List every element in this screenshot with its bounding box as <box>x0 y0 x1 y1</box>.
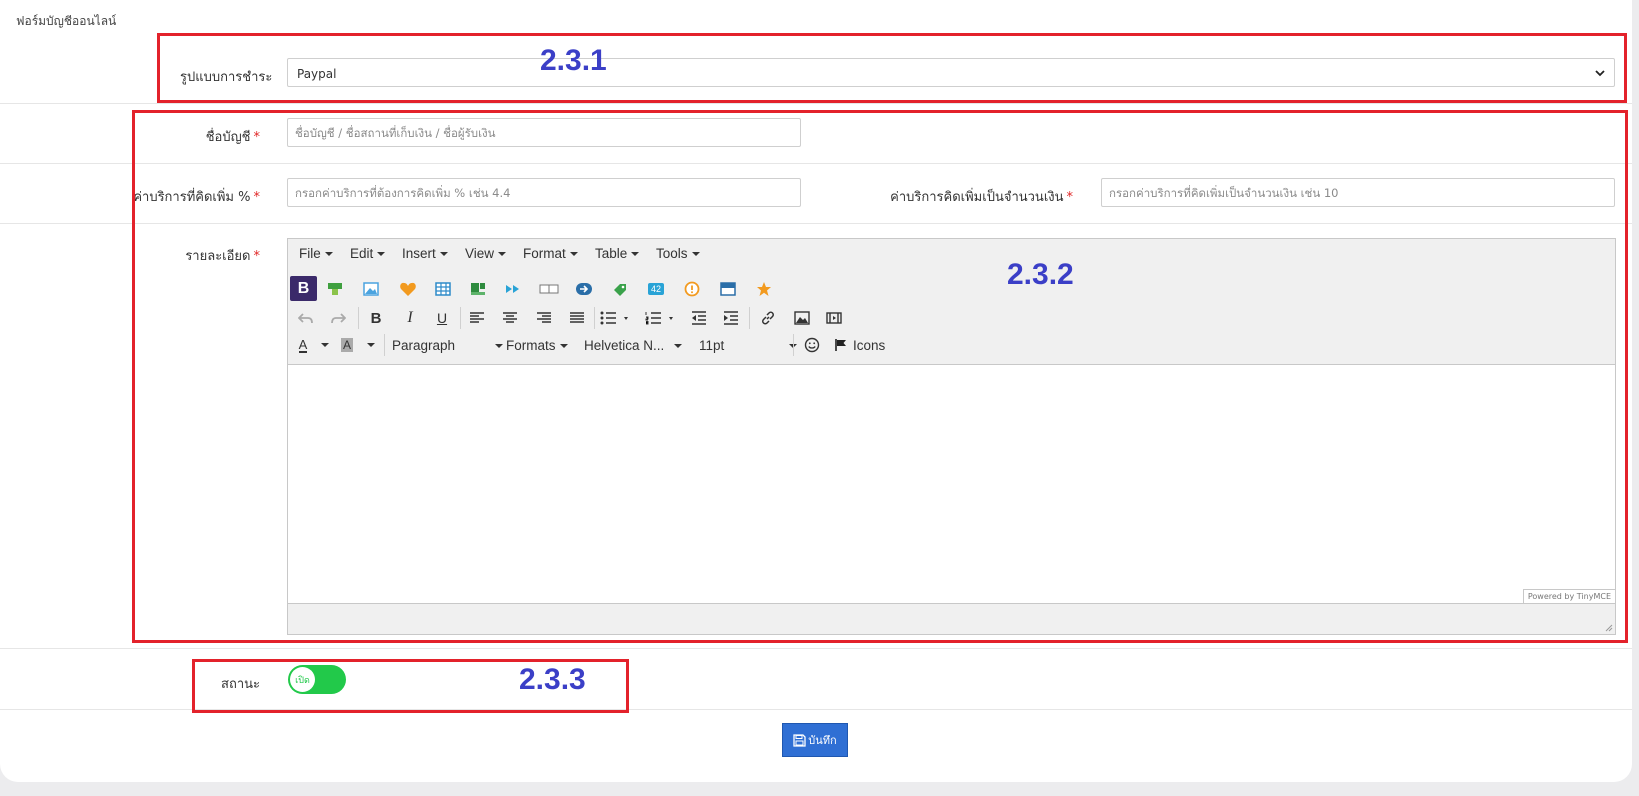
annotation-label-2-3-2: 2.3.2 <box>1007 258 1074 291</box>
annotation-label-2-3-1: 2.3.1 <box>540 44 607 77</box>
annotation-box-2-3-2 <box>132 110 1628 643</box>
form-title: ฟอร์มบัญชีออนไลน์ <box>16 14 117 28</box>
annotation-box-2-3-1 <box>157 33 1627 103</box>
floppy-disk-icon <box>793 733 806 747</box>
save-label: บันทึก <box>808 734 837 747</box>
save-button[interactable]: บันทึก <box>782 723 848 757</box>
row-divider <box>0 103 1632 104</box>
row-divider <box>0 648 1632 649</box>
annotation-label-2-3-3: 2.3.3 <box>519 663 586 696</box>
